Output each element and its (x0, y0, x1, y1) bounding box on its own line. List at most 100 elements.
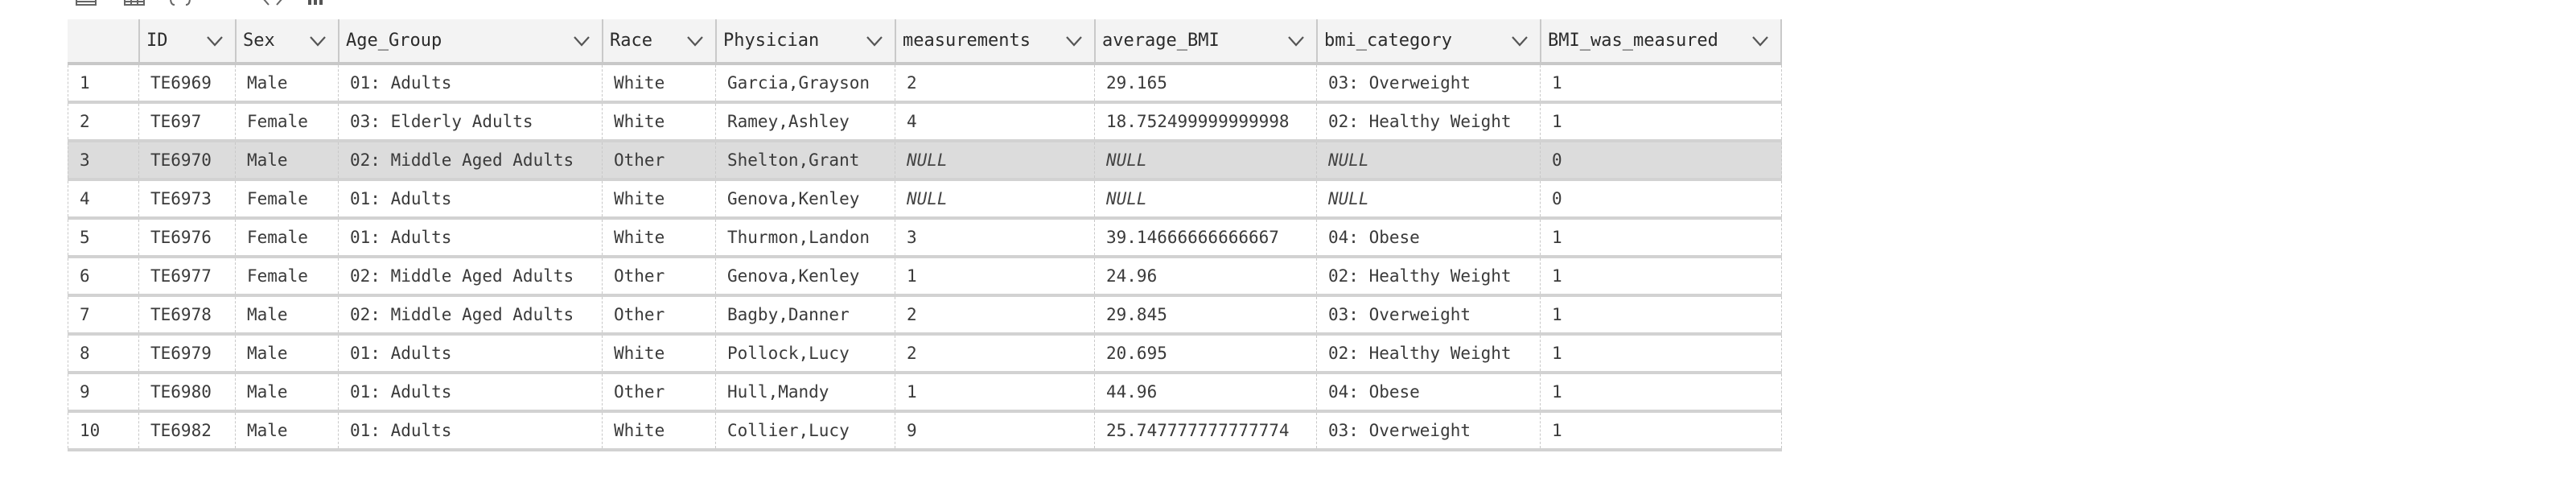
table-row[interactable]: 9 TE6980 Male 01: Adults Other Hull,Mandy 1 44.… (68, 374, 1782, 413)
row-number-cell[interactable]: 4 (68, 181, 138, 216)
table-row[interactable]: 8 TE6979 Male 01: Adults White Pollock,Lucy 2 2… (68, 336, 1782, 374)
cell-average-bmi[interactable]: 29.845 (1094, 297, 1316, 332)
cell-average-bmi[interactable]: 25.747777777777774 (1094, 413, 1316, 448)
cell-bmi-was-measured[interactable]: 0 (1540, 181, 1782, 216)
cell-race[interactable]: Other (602, 297, 715, 332)
cell-bmi-was-measured[interactable]: 1 (1540, 258, 1782, 294)
cell-bmi-was-measured[interactable]: 1 (1540, 336, 1782, 371)
table-row[interactable]: 1 TE6969 Male 01: Adults White Garcia,Grayson… (68, 65, 1782, 104)
text-view-icon[interactable] (216, 0, 237, 6)
row-number-cell[interactable]: 1 (68, 65, 138, 101)
cell-id[interactable]: TE6980 (138, 374, 235, 410)
cell-id[interactable]: TE6982 (138, 413, 235, 448)
cell-measurements[interactable]: 1 (895, 374, 1094, 410)
cell-measurements[interactable]: 2 (895, 297, 1094, 332)
cell-id[interactable]: TE6976 (138, 220, 235, 255)
row-number-cell[interactable]: 6 (68, 258, 138, 294)
table-row[interactable]: 4 TE6973 Female 01: Adults White Genova,Kenle… (68, 181, 1782, 220)
chart-view-icon[interactable] (306, 0, 327, 6)
cell-physician[interactable]: Ramey,Ashley (715, 104, 895, 139)
chevron-down-icon[interactable] (1287, 35, 1316, 47)
column-header-bmi-category[interactable]: bmi_category (1316, 19, 1540, 62)
cell-physician[interactable]: Genova,Kenley (715, 258, 895, 294)
cell-age-group[interactable]: 01: Adults (338, 374, 602, 410)
cell-bmi-was-measured[interactable]: 1 (1540, 297, 1782, 332)
chevron-down-icon[interactable] (1511, 35, 1540, 47)
chevron-down-icon[interactable] (866, 35, 895, 47)
cell-average-bmi[interactable]: 39.14666666666667 (1094, 220, 1316, 255)
chevron-down-icon[interactable] (1751, 35, 1780, 47)
cell-measurements[interactable]: NULL (895, 181, 1094, 216)
cell-measurements[interactable]: NULL (895, 142, 1094, 178)
cell-physician[interactable]: Hull,Mandy (715, 374, 895, 410)
chevron-down-icon[interactable] (686, 35, 715, 47)
cell-physician[interactable]: Pollock,Lucy (715, 336, 895, 371)
table-view-icon[interactable] (76, 0, 97, 6)
cell-id[interactable]: TE6970 (138, 142, 235, 178)
cell-measurements[interactable]: 3 (895, 220, 1094, 255)
cell-bmi-was-measured[interactable]: 1 (1540, 220, 1782, 255)
cell-physician[interactable]: Collier,Lucy (715, 413, 895, 448)
cell-physician[interactable]: Bagby,Danner (715, 297, 895, 332)
cell-id[interactable]: TE6977 (138, 258, 235, 294)
cell-physician[interactable]: Garcia,Grayson (715, 65, 895, 101)
cell-bmi-category[interactable]: 04: Obese (1316, 220, 1540, 255)
chevron-down-icon[interactable] (573, 35, 602, 47)
cell-bmi-category[interactable]: 02: Healthy Weight (1316, 336, 1540, 371)
cell-bmi-category[interactable]: 02: Healthy Weight (1316, 104, 1540, 139)
cell-bmi-category[interactable]: 03: Overweight (1316, 413, 1540, 448)
cell-physician[interactable]: Shelton,Grant (715, 142, 895, 178)
cell-measurements[interactable]: 9 (895, 413, 1094, 448)
row-number-cell[interactable]: 7 (68, 297, 138, 332)
column-header-bmi-was-measured[interactable]: BMI_was_measured (1540, 19, 1782, 62)
cell-bmi-was-measured[interactable]: 1 (1540, 104, 1782, 139)
cell-age-group[interactable]: 01: Adults (338, 336, 602, 371)
cell-age-group[interactable]: 01: Adults (338, 65, 602, 101)
cell-sex[interactable]: Male (235, 336, 338, 371)
row-number-cell[interactable]: 8 (68, 336, 138, 371)
column-header-average-bmi[interactable]: average_BMI (1094, 19, 1316, 62)
cell-race[interactable]: White (602, 413, 715, 448)
cell-sex[interactable]: Female (235, 104, 338, 139)
cell-bmi-category[interactable]: NULL (1316, 142, 1540, 178)
column-header-id[interactable]: ID (138, 19, 235, 62)
cell-physician[interactable]: Thurmon,Landon (715, 220, 895, 255)
cell-sex[interactable]: Female (235, 181, 338, 216)
cell-race[interactable]: White (602, 65, 715, 101)
cell-sex[interactable]: Male (235, 142, 338, 178)
cell-average-bmi[interactable]: 29.165 (1094, 65, 1316, 101)
cell-measurements[interactable]: 1 (895, 258, 1094, 294)
cell-id[interactable]: TE6969 (138, 65, 235, 101)
cell-id[interactable]: TE697 (138, 104, 235, 139)
cell-average-bmi[interactable]: 24.96 (1094, 258, 1316, 294)
cell-average-bmi[interactable]: 20.695 (1094, 336, 1316, 371)
column-header-physician[interactable]: Physician (715, 19, 895, 62)
cell-race[interactable]: White (602, 104, 715, 139)
cell-bmi-was-measured[interactable]: 0 (1540, 142, 1782, 178)
cell-bmi-category[interactable]: 03: Overweight (1316, 297, 1540, 332)
cell-id[interactable]: TE6979 (138, 336, 235, 371)
column-header-sex[interactable]: Sex (235, 19, 338, 62)
cell-race[interactable]: Other (602, 142, 715, 178)
chevron-down-icon[interactable] (206, 35, 235, 47)
cell-measurements[interactable]: 2 (895, 336, 1094, 371)
cell-bmi-category[interactable]: NULL (1316, 181, 1540, 216)
cell-age-group[interactable]: 02: Middle Aged Adults (338, 142, 602, 178)
row-number-cell[interactable]: 10 (68, 413, 138, 448)
chevron-down-icon[interactable] (1065, 35, 1094, 47)
table-row[interactable]: 5 TE6976 Female 01: Adults White Thurmon,Land… (68, 220, 1782, 258)
cell-age-group[interactable]: 02: Middle Aged Adults (338, 297, 602, 332)
table-row[interactable]: 7 TE6978 Male 02: Middle Aged Adults Other Ba… (68, 297, 1782, 336)
cell-race[interactable]: White (602, 220, 715, 255)
column-header-measurements[interactable]: measurements (895, 19, 1094, 62)
cell-measurements[interactable]: 2 (895, 65, 1094, 101)
cell-bmi-category[interactable]: 02: Healthy Weight (1316, 258, 1540, 294)
cell-sex[interactable]: Male (235, 413, 338, 448)
cell-average-bmi[interactable]: NULL (1094, 142, 1316, 178)
cell-sex[interactable]: Male (235, 374, 338, 410)
row-number-cell[interactable]: 3 (68, 142, 138, 178)
cell-age-group[interactable]: 01: Adults (338, 413, 602, 448)
cell-age-group[interactable]: 03: Elderly Adults (338, 104, 602, 139)
cell-id[interactable]: TE6973 (138, 181, 235, 216)
cell-average-bmi[interactable]: 44.96 (1094, 374, 1316, 410)
